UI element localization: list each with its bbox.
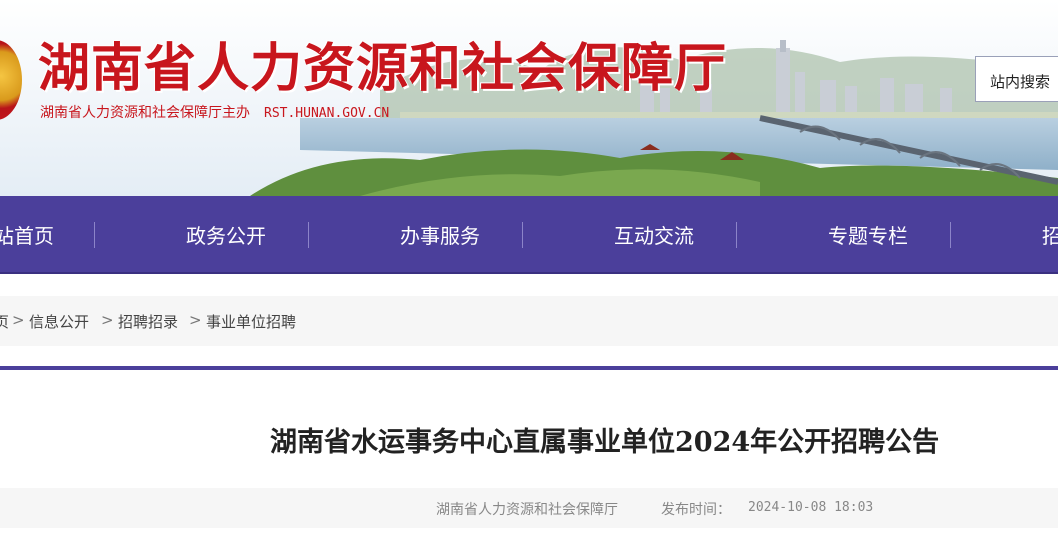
nav-item-home[interactable]: 站首页 — [0, 220, 54, 249]
site-subtitle: 湖南省人力资源和社会保障厅主办 RST.HUNAN.GOV.CN — [40, 102, 389, 122]
site-title: 湖南省人力资源和社会保障厅 — [38, 38, 728, 99]
breadcrumb-separator: > — [101, 311, 114, 329]
publish-date-label: 发布时间： — [661, 502, 731, 518]
site-search-button[interactable]: 站内搜索 — [975, 56, 1058, 102]
publish-date: 2024-10-08 18:03 — [748, 500, 874, 515]
header-banner: 湖南省人力资源和社会保障厅 湖南省人力资源和社会保障厅主办 RST.HUNAN.G… — [0, 0, 1058, 196]
nav-divider — [94, 222, 95, 248]
site-domain: RST.HUNAN.GOV.CN — [264, 106, 390, 121]
nav-item-government-affairs[interactable]: 政务公开 — [186, 220, 266, 249]
site-search-label: 站内搜索 — [990, 73, 1051, 91]
breadcrumb-recruitment-link[interactable]: 招聘招录 — [118, 311, 178, 332]
article-source: 湖南省人力资源和社会保障厅 — [436, 502, 618, 518]
nav-divider — [736, 222, 737, 248]
breadcrumb-separator: > — [189, 311, 202, 329]
article-meta: 湖南省人力资源和社会保障厅 发布时间： 2024-10-08 18:03 — [0, 488, 1058, 528]
main-nav: 站首页 政务公开 办事服务 互动交流 专题专栏 招 — [0, 196, 1058, 274]
nav-divider — [522, 222, 523, 248]
breadcrumb-public-institution-link[interactable]: 事业单位招聘 — [206, 311, 296, 332]
nav-item-recruitment[interactable]: 招 — [1042, 220, 1058, 249]
breadcrumb-home-link[interactable]: 页 — [0, 311, 9, 332]
nav-divider — [950, 222, 951, 248]
article-title: 湖南省水运事务中心直属事业单位2024年公开招聘公告 — [270, 427, 940, 458]
nav-item-special-topics[interactable]: 专题专栏 — [828, 220, 908, 249]
nav-item-interaction[interactable]: 互动交流 — [614, 220, 694, 249]
content-divider — [0, 366, 1058, 370]
nav-item-services[interactable]: 办事服务 — [400, 220, 480, 249]
nav-divider — [308, 222, 309, 248]
organizer-text: 湖南省人力资源和社会保障厅主办 — [40, 105, 250, 121]
breadcrumb-separator: > — [12, 311, 25, 329]
breadcrumb: 页 > 信息公开 > 招聘招录 > 事业单位招聘 — [0, 296, 1058, 346]
breadcrumb-info-disclosure-link[interactable]: 信息公开 — [29, 311, 89, 332]
